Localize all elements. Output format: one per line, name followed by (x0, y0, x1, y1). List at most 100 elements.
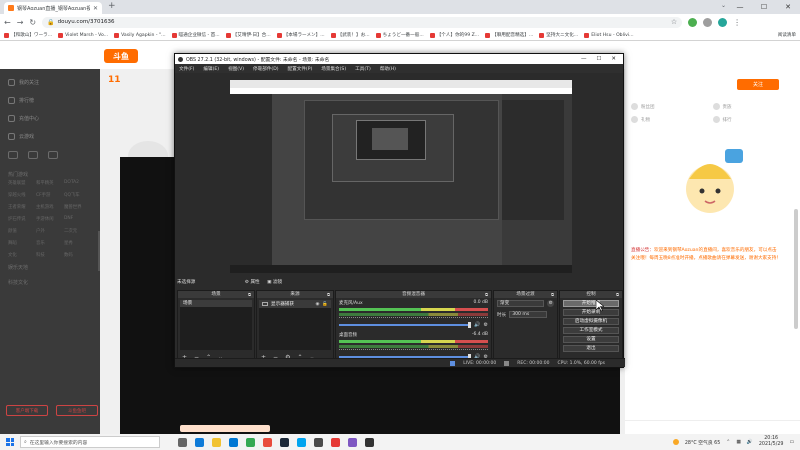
follow-button[interactable]: 关注 (737, 79, 779, 90)
maximize-icon[interactable]: ☐ (752, 0, 776, 14)
clock[interactable]: 20:16 2021/5/29 (759, 436, 784, 448)
category-link[interactable]: 颜值 (8, 228, 36, 234)
lock-source-icon[interactable]: 🔓 (322, 302, 328, 307)
obs-menu-item[interactable]: 停靠部件(D) (253, 66, 279, 72)
new-tab-button[interactable]: + (108, 1, 116, 11)
category-link[interactable]: QQ飞车 (64, 192, 92, 198)
category-link[interactable]: 户外 (36, 228, 64, 234)
gift-item[interactable]: 粉丝团 (631, 103, 713, 110)
obs-menu-item[interactable]: 视图(V) (228, 66, 244, 72)
transition-select[interactable]: 渐变 (497, 300, 545, 307)
back-icon[interactable]: ← (4, 18, 11, 27)
app-icon-3[interactable] (314, 437, 323, 447)
category-link[interactable]: DNF (64, 216, 92, 222)
app-icon-4[interactable] (331, 437, 340, 447)
url-text[interactable]: douyu.com/3701636 (58, 19, 668, 25)
control-button[interactable]: 开始推流 (563, 300, 619, 307)
start-button[interactable] (0, 434, 20, 450)
scene-item[interactable]: 场景 (180, 300, 252, 307)
category-link[interactable]: 英雄联盟 (8, 180, 36, 186)
mute-speaker-icon[interactable]: 🔊 (474, 322, 480, 328)
chat-input-area[interactable] (625, 420, 800, 434)
bookmark-item[interactable]: 【艾晴伊·日】合... (225, 32, 271, 38)
extension-puzzle-icon[interactable] (703, 17, 713, 27)
bookmark-item[interactable]: Violet Marsh - Vo... (58, 32, 108, 38)
bookmark-item[interactable]: 坚持大ニ文化... (539, 32, 578, 38)
minimize-icon[interactable]: — (728, 0, 752, 14)
source-item[interactable]: 显示器捕获 ◉ 🔓 (259, 300, 331, 308)
browser-tab[interactable]: 钢琴Aozuan直播_钢琴Aozuan视频直播 - 斗鱼 ✕ (4, 2, 102, 14)
obs-menu-item[interactable]: 编辑(E) (203, 66, 219, 72)
bookmark-item[interactable]: 【个人】你的99 Z... (429, 32, 479, 38)
dock-pin-icon[interactable]: ⧉ (248, 291, 251, 298)
video-icon[interactable] (8, 151, 18, 159)
track-settings-icon[interactable]: ⚙ (484, 322, 488, 328)
category-link[interactable]: 手游休闲 (36, 216, 64, 222)
dock-pin-icon[interactable]: ⧉ (551, 291, 554, 298)
lock-icon[interactable]: 🔒 (47, 19, 54, 26)
bookmark-item[interactable]: Eliot Hsu - Oblivi... (584, 32, 634, 38)
bookmark-item[interactable]: 【聊用配音精选】... (485, 32, 533, 38)
close-tab-icon[interactable]: ✕ (93, 5, 98, 12)
gift-item[interactable]: 贵族 (712, 103, 795, 110)
obs-menu-item[interactable]: 配置文件(P) (288, 66, 313, 72)
dock-pin-icon[interactable]: ⧉ (485, 291, 488, 298)
control-button[interactable]: 启动虚拟摄像机 (563, 318, 619, 325)
category-link[interactable]: DOTA2 (64, 180, 92, 186)
obs-menu-item[interactable]: 工具(T) (355, 66, 371, 72)
file-explorer-icon[interactable] (212, 437, 221, 447)
obs-minimize-icon[interactable]: — (581, 56, 587, 62)
steam-icon[interactable] (280, 437, 289, 447)
category-link[interactable]: 科技 (36, 252, 64, 258)
control-button[interactable]: 退出 (563, 345, 619, 352)
tab-search-icon[interactable]: ⌄ (721, 2, 726, 9)
weather-text[interactable]: 28°C 空气良 65 (685, 439, 720, 446)
obs-taskbar-icon[interactable] (365, 437, 374, 447)
bookmark-item[interactable]: ちょうど一番一般... (375, 32, 424, 38)
tray-up-icon[interactable]: ⌃ (726, 440, 730, 445)
edge-icon[interactable] (195, 437, 204, 447)
category-link[interactable]: 炉石传说 (8, 216, 36, 222)
bookmark-item[interactable]: 【武装！】お... (330, 32, 370, 38)
omnibox[interactable]: 🔒 douyu.com/3701636 ☆ (42, 16, 683, 28)
store-icon[interactable] (229, 437, 238, 447)
profile-avatar[interactable] (718, 17, 728, 27)
obs-menu-item[interactable]: 帮助(H) (380, 66, 396, 72)
category-link[interactable]: 音乐 (36, 240, 64, 246)
obs-preview[interactable] (230, 80, 572, 273)
bookmark-item[interactable]: 【和歌山】ワーラ... (4, 32, 52, 38)
category-link[interactable]: 和平精英 (36, 180, 64, 186)
obs-menu-item[interactable]: 文件(F) (179, 66, 194, 72)
dock-pin-icon[interactable]: ⧉ (327, 291, 330, 298)
volume-slider[interactable] (339, 322, 472, 328)
category-link[interactable]: 数码 (64, 252, 92, 258)
transition-settings-icon[interactable]: ⚙ (547, 300, 554, 307)
gift-item[interactable]: 排行 (712, 116, 795, 123)
app-icon-2[interactable] (297, 437, 306, 447)
category-link[interactable]: CF手游 (36, 192, 64, 198)
douyu-logo[interactable]: 斗鱼 (104, 49, 138, 63)
close-window-icon[interactable]: ✕ (776, 0, 800, 14)
obs-titlebar[interactable]: OBS 27.2.1 (32-bit, windows) - 配置文件: 未命名… (175, 54, 623, 64)
weather-icon[interactable] (672, 439, 679, 445)
chrome-menu-icon[interactable]: ⋮ (733, 18, 741, 27)
control-button[interactable]: 开始录制 (563, 309, 619, 316)
category-link[interactable]: 舞蹈 (8, 240, 36, 246)
category-link[interactable]: 文化 (8, 252, 36, 258)
category-link[interactable]: 星秀 (64, 240, 92, 246)
properties-button[interactable]: ⚙ 属性 (245, 280, 260, 285)
obs-close-icon[interactable]: ✕ (611, 56, 616, 62)
chat-scrollbar[interactable] (794, 209, 798, 329)
control-button[interactable]: 工作室模式 (563, 327, 619, 334)
sidebar-item[interactable]: 充值中心 (0, 109, 100, 127)
category-link[interactable]: 主机游戏 (36, 204, 64, 210)
sidebar-item[interactable]: 云游戏 (0, 127, 100, 145)
task-view-icon[interactable] (178, 437, 187, 447)
sidebar-item[interactable]: 排行榜 (0, 91, 100, 109)
visibility-eye-icon[interactable]: ◉ (315, 302, 319, 307)
category-link[interactable]: 魔兽世界 (64, 204, 92, 210)
obs-maximize-icon[interactable]: ☐ (596, 56, 601, 62)
duration-input[interactable]: 300 ms (509, 311, 548, 318)
promo-bar[interactable] (180, 425, 270, 432)
bookmark-star-icon[interactable]: ☆ (671, 18, 677, 26)
